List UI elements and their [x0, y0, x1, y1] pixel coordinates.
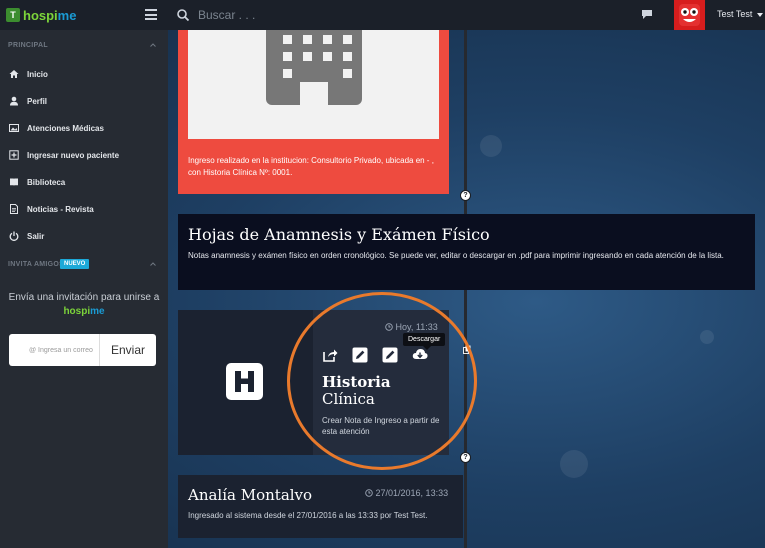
collapse-chevron-icon[interactable]	[150, 42, 156, 48]
search-icon[interactable]	[176, 8, 190, 22]
collapse-chevron-icon[interactable]	[150, 261, 156, 267]
invite-email-input[interactable]	[9, 334, 100, 366]
invite-form: Enviar	[9, 334, 156, 366]
sidebar-item-atenciones[interactable]: Atenciones Médicas	[9, 121, 104, 135]
hospital-logo-icon	[226, 363, 263, 400]
invite-brand: hospime	[63, 306, 105, 317]
sidebar: PRINCIPAL Inicio Perfil Atenciones Médic…	[0, 30, 168, 548]
bokeh-light	[700, 330, 714, 344]
anamnesis-card: Hojas de Anamnesis y Exámen Físico Notas…	[178, 214, 755, 290]
brand-name-b: me	[57, 7, 77, 23]
bokeh-light	[480, 135, 502, 157]
bokeh-light	[560, 450, 588, 478]
chat-icon[interactable]	[641, 9, 653, 20]
power-icon	[9, 231, 19, 241]
institution-text: Ingreso realizado en la institucion: Con…	[188, 156, 434, 177]
institution-card[interactable]: Ingreso realizado en la institucion: Con…	[178, 24, 449, 194]
home-icon	[9, 70, 19, 78]
building-icon	[266, 24, 362, 105]
user-icon	[10, 96, 18, 106]
user-menu-caret-icon[interactable]	[757, 13, 763, 17]
menu-toggle-icon[interactable]	[145, 9, 157, 20]
book-icon	[10, 178, 18, 186]
anamnesis-title: Hojas de Anamnesis y Exámen Físico	[188, 225, 490, 244]
new-badge: NUEVO	[60, 259, 90, 269]
brand-logo[interactable]: T hospi me	[0, 0, 168, 30]
timeline-node: ?	[460, 190, 471, 201]
sidebar-item-label: Inicio	[27, 69, 48, 79]
sidebar-item-inicio[interactable]: Inicio	[9, 67, 48, 81]
sidebar-item-label: Atenciones Médicas	[27, 123, 104, 133]
image-icon	[9, 124, 19, 132]
building-image	[188, 24, 439, 139]
search-input[interactable]	[198, 8, 398, 22]
sidebar-item-label: Perfil	[27, 96, 48, 106]
timeline-node: ?	[460, 452, 471, 463]
sidebar-item-ingresar-paciente[interactable]: Ingresar nuevo paciente	[9, 148, 119, 162]
brand-name-a: hospi	[23, 7, 58, 23]
sidebar-item-label: Ingresar nuevo paciente	[27, 150, 120, 160]
section-invite-label: INVITA AMIGOS	[8, 261, 65, 268]
sidebar-item-label: Noticias - Revista	[27, 204, 94, 214]
plus-square-icon	[9, 150, 19, 160]
highlight-annotation-ring	[287, 292, 477, 470]
patient-date: 27/01/2016, 13:33	[365, 488, 448, 498]
avatar[interactable]	[674, 0, 705, 30]
invite-text: Envía una invitación para unirse a	[8, 292, 160, 303]
anamnesis-description: Notas anamnesis y exámen físico en orden…	[188, 251, 724, 260]
clock-icon	[365, 489, 373, 497]
sidebar-item-noticias[interactable]: Noticias - Revista	[9, 202, 94, 216]
section-principal-label: PRINCIPAL	[8, 42, 48, 49]
user-name[interactable]: Test Test	[717, 9, 752, 19]
sidebar-item-salir[interactable]: Salir	[9, 229, 44, 243]
search-bar	[176, 8, 476, 22]
sidebar-item-label: Biblioteca	[27, 177, 66, 187]
patient-card[interactable]: Analía Montalvo 27/01/2016, 13:33 Ingres…	[178, 475, 463, 538]
brand-box: T	[6, 8, 20, 22]
send-invite-button[interactable]: Enviar	[100, 334, 156, 366]
patient-description: Ingresado al sistema desde el 27/01/2016…	[188, 511, 428, 520]
top-bar: T hospime Test Test	[0, 0, 765, 30]
patient-name: Analía Montalvo	[188, 486, 313, 504]
sidebar-item-biblioteca[interactable]: Biblioteca	[9, 175, 65, 189]
document-icon	[10, 204, 18, 214]
sidebar-item-perfil[interactable]: Perfil	[9, 94, 47, 108]
sidebar-item-label: Salir	[27, 231, 45, 241]
